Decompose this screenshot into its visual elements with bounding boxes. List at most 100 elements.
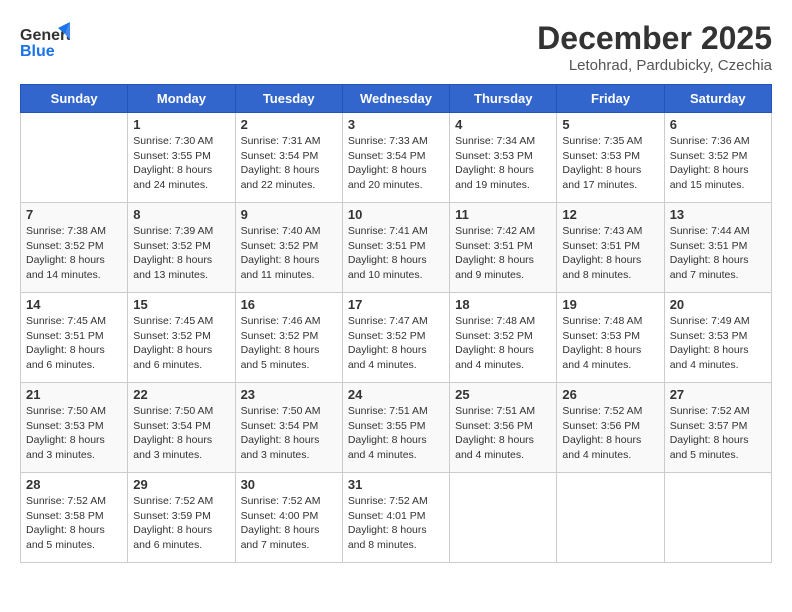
calendar-day-cell: 12Sunrise: 7:43 AM Sunset: 3:51 PM Dayli… <box>557 203 664 293</box>
calendar-day-cell: 11 Sunrise: 7:42 AM Sunset: 3:51 PM Dayli… <box>450 203 557 293</box>
calendar-week-row: 21 Sunrise: 7:50 AM Sunset: 3:53 PM Dayli… <box>21 383 772 473</box>
calendar-weekday-header: Friday <box>557 85 664 113</box>
day-info: Sunrise: 7:49 AM Sunset: 3:53 PM Dayligh… <box>670 314 766 373</box>
day-info: Sunrise: 7:52 AM Sunset: 3:58 PM Dayligh… <box>26 494 122 553</box>
calendar-day-cell: 28 Sunrise: 7:52 AM Sunset: 3:58 PM Dayli… <box>21 473 128 563</box>
calendar-weekday-header: Tuesday <box>235 85 342 113</box>
day-info: Sunrise: 7:41 AM Sunset: 3:51 PM Dayligh… <box>348 224 444 283</box>
location: Letohrad, Pardubicky, Czechia <box>537 57 772 74</box>
calendar-day-cell: 4 Sunrise: 7:34 AM Sunset: 3:53 PM Daylig… <box>450 113 557 203</box>
day-info: Sunrise: 7:46 AM Sunset: 3:52 PM Dayligh… <box>241 314 337 373</box>
day-info: Sunrise: 7:44 AM Sunset: 3:51 PM Dayligh… <box>670 224 766 283</box>
calendar-day-cell: 7Sunrise: 7:38 AM Sunset: 3:52 PM Daylig… <box>21 203 128 293</box>
calendar-day-cell: 27 Sunrise: 7:52 AM Sunset: 3:57 PM Dayli… <box>664 383 771 473</box>
day-number: 25 <box>455 387 551 402</box>
calendar-weekday-header: Sunday <box>21 85 128 113</box>
calendar-table: SundayMondayTuesdayWednesdayThursdayFrid… <box>20 84 772 563</box>
day-info: Sunrise: 7:42 AM Sunset: 3:51 PM Dayligh… <box>455 224 551 283</box>
day-info: Sunrise: 7:50 AM Sunset: 3:54 PM Dayligh… <box>241 404 337 463</box>
day-number: 23 <box>241 387 337 402</box>
day-info: Sunrise: 7:34 AM Sunset: 3:53 PM Dayligh… <box>455 134 551 193</box>
calendar-day-cell: 15 Sunrise: 7:45 AM Sunset: 3:52 PM Dayli… <box>128 293 235 383</box>
page-header: General Blue December 2025 Letohrad, Par… <box>20 20 772 74</box>
calendar-day-cell <box>557 473 664 563</box>
day-number: 31 <box>348 477 444 492</box>
day-info: Sunrise: 7:31 AM Sunset: 3:54 PM Dayligh… <box>241 134 337 193</box>
day-number: 1 <box>133 117 229 132</box>
day-info: Sunrise: 7:47 AM Sunset: 3:52 PM Dayligh… <box>348 314 444 373</box>
calendar-day-cell: 13Sunrise: 7:44 AM Sunset: 3:51 PM Dayli… <box>664 203 771 293</box>
day-info: Sunrise: 7:33 AM Sunset: 3:54 PM Dayligh… <box>348 134 444 193</box>
day-info: Sunrise: 7:52 AM Sunset: 4:01 PM Dayligh… <box>348 494 444 553</box>
day-info: Sunrise: 7:43 AM Sunset: 3:51 PM Dayligh… <box>562 224 658 283</box>
calendar-weekday-header: Thursday <box>450 85 557 113</box>
calendar-day-cell: 17Sunrise: 7:47 AM Sunset: 3:52 PM Dayli… <box>342 293 449 383</box>
calendar-day-cell: 26 Sunrise: 7:52 AM Sunset: 3:56 PM Dayli… <box>557 383 664 473</box>
calendar-day-cell: 24 Sunrise: 7:51 AM Sunset: 3:55 PM Dayli… <box>342 383 449 473</box>
day-number: 20 <box>670 297 766 312</box>
calendar-day-cell: 20 Sunrise: 7:49 AM Sunset: 3:53 PM Dayli… <box>664 293 771 383</box>
day-number: 30 <box>241 477 337 492</box>
calendar-day-cell: 3 Sunrise: 7:33 AM Sunset: 3:54 PM Daylig… <box>342 113 449 203</box>
day-number: 14 <box>26 297 122 312</box>
calendar-week-row: 1 Sunrise: 7:30 AM Sunset: 3:55 PM Daylig… <box>21 113 772 203</box>
calendar-week-row: 14Sunrise: 7:45 AM Sunset: 3:51 PM Dayli… <box>21 293 772 383</box>
day-info: Sunrise: 7:51 AM Sunset: 3:55 PM Dayligh… <box>348 404 444 463</box>
day-number: 11 <box>455 207 551 222</box>
day-info: Sunrise: 7:40 AM Sunset: 3:52 PM Dayligh… <box>241 224 337 283</box>
day-info: Sunrise: 7:51 AM Sunset: 3:56 PM Dayligh… <box>455 404 551 463</box>
day-info: Sunrise: 7:39 AM Sunset: 3:52 PM Dayligh… <box>133 224 229 283</box>
day-info: Sunrise: 7:52 AM Sunset: 3:56 PM Dayligh… <box>562 404 658 463</box>
calendar-weekday-header: Wednesday <box>342 85 449 113</box>
day-number: 2 <box>241 117 337 132</box>
day-number: 4 <box>455 117 551 132</box>
day-info: Sunrise: 7:52 AM Sunset: 3:59 PM Dayligh… <box>133 494 229 553</box>
day-number: 7 <box>26 207 122 222</box>
calendar-day-cell: 6 Sunrise: 7:36 AM Sunset: 3:52 PM Daylig… <box>664 113 771 203</box>
day-number: 28 <box>26 477 122 492</box>
calendar-day-cell: 14Sunrise: 7:45 AM Sunset: 3:51 PM Dayli… <box>21 293 128 383</box>
day-info: Sunrise: 7:30 AM Sunset: 3:55 PM Dayligh… <box>133 134 229 193</box>
svg-text:Blue: Blue <box>20 43 55 60</box>
day-info: Sunrise: 7:52 AM Sunset: 3:57 PM Dayligh… <box>670 404 766 463</box>
calendar-day-cell: 1 Sunrise: 7:30 AM Sunset: 3:55 PM Daylig… <box>128 113 235 203</box>
title-block: December 2025 Letohrad, Pardubicky, Czec… <box>537 20 772 74</box>
day-number: 19 <box>562 297 658 312</box>
calendar-header-row: SundayMondayTuesdayWednesdayThursdayFrid… <box>21 85 772 113</box>
calendar-weekday-header: Monday <box>128 85 235 113</box>
day-number: 29 <box>133 477 229 492</box>
calendar-day-cell: 16 Sunrise: 7:46 AM Sunset: 3:52 PM Dayli… <box>235 293 342 383</box>
day-number: 8 <box>133 207 229 222</box>
day-number: 10 <box>348 207 444 222</box>
day-number: 26 <box>562 387 658 402</box>
calendar-day-cell <box>21 113 128 203</box>
day-number: 6 <box>670 117 766 132</box>
day-info: Sunrise: 7:52 AM Sunset: 4:00 PM Dayligh… <box>241 494 337 553</box>
calendar-day-cell: 21 Sunrise: 7:50 AM Sunset: 3:53 PM Dayli… <box>21 383 128 473</box>
month-title: December 2025 <box>537 20 772 57</box>
calendar-weekday-header: Saturday <box>664 85 771 113</box>
day-info: Sunrise: 7:45 AM Sunset: 3:52 PM Dayligh… <box>133 314 229 373</box>
day-number: 21 <box>26 387 122 402</box>
calendar-day-cell <box>450 473 557 563</box>
calendar-day-cell: 10 Sunrise: 7:41 AM Sunset: 3:51 PM Dayli… <box>342 203 449 293</box>
day-info: Sunrise: 7:36 AM Sunset: 3:52 PM Dayligh… <box>670 134 766 193</box>
day-info: Sunrise: 7:50 AM Sunset: 3:53 PM Dayligh… <box>26 404 122 463</box>
day-info: Sunrise: 7:35 AM Sunset: 3:53 PM Dayligh… <box>562 134 658 193</box>
calendar-day-cell <box>664 473 771 563</box>
calendar-day-cell: 30 Sunrise: 7:52 AM Sunset: 4:00 PM Dayli… <box>235 473 342 563</box>
calendar-week-row: 28 Sunrise: 7:52 AM Sunset: 3:58 PM Dayli… <box>21 473 772 563</box>
calendar-day-cell: 31 Sunrise: 7:52 AM Sunset: 4:01 PM Dayli… <box>342 473 449 563</box>
day-number: 18 <box>455 297 551 312</box>
day-info: Sunrise: 7:48 AM Sunset: 3:52 PM Dayligh… <box>455 314 551 373</box>
calendar-week-row: 7Sunrise: 7:38 AM Sunset: 3:52 PM Daylig… <box>21 203 772 293</box>
day-number: 24 <box>348 387 444 402</box>
calendar-day-cell: 19Sunrise: 7:48 AM Sunset: 3:53 PM Dayli… <box>557 293 664 383</box>
calendar-day-cell: 8 Sunrise: 7:39 AM Sunset: 3:52 PM Daylig… <box>128 203 235 293</box>
day-number: 5 <box>562 117 658 132</box>
calendar-day-cell: 2 Sunrise: 7:31 AM Sunset: 3:54 PM Daylig… <box>235 113 342 203</box>
day-number: 15 <box>133 297 229 312</box>
day-number: 27 <box>670 387 766 402</box>
day-number: 3 <box>348 117 444 132</box>
day-number: 16 <box>241 297 337 312</box>
